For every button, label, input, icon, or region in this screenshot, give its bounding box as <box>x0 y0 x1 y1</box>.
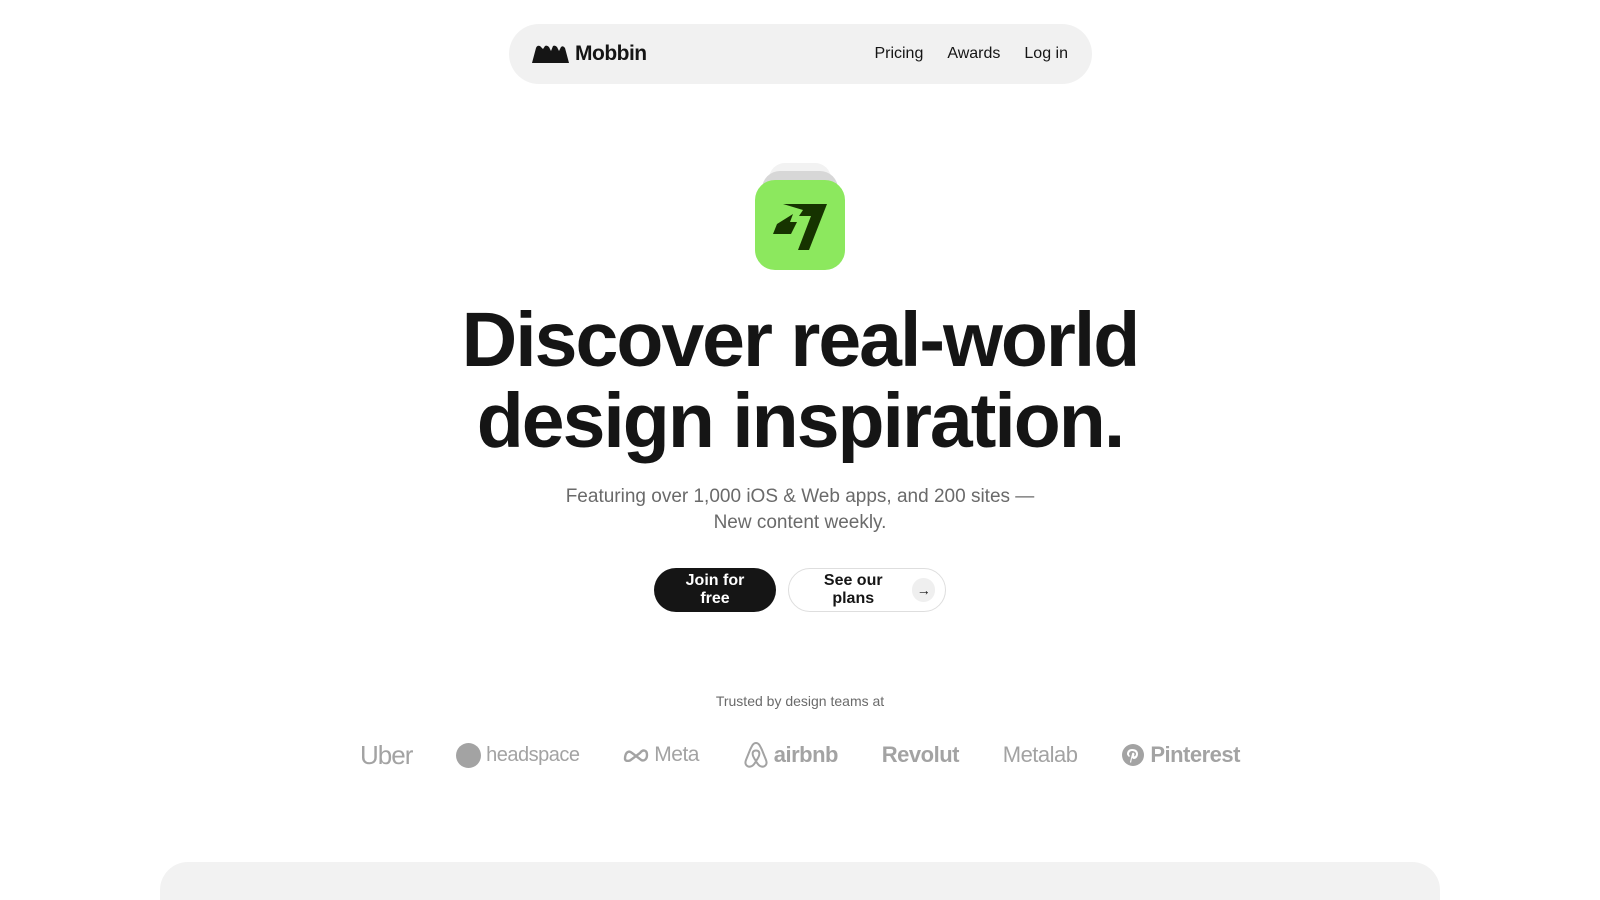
see-our-plans-button[interactable]: See our plans → <box>788 568 946 612</box>
cta-row: Join for free See our plans → <box>654 568 946 612</box>
revolut-logo-text: Revolut <box>881 742 960 767</box>
airbnb-logo-text: airbnb <box>773 742 839 767</box>
wise-app-icon <box>755 180 845 270</box>
meta-infinity-icon <box>624 749 649 762</box>
metalab-logo-text: Metalab <box>1002 742 1078 767</box>
mobbin-logo-icon <box>532 45 569 63</box>
meta-logo-text: Meta <box>654 743 699 766</box>
hero-title-line-2: design inspiration. <box>476 378 1126 464</box>
hero-subtitle-line-2: New content weekly. <box>713 512 887 533</box>
uber-logo-text: Uber <box>360 739 413 770</box>
hero-subtitle-line-1: Featuring over 1,000 iOS & Web apps, and… <box>565 486 1035 507</box>
top-nav: Mobbin Pricing Awards Log in <box>509 24 1092 84</box>
pinterest-logo: Pinterest <box>1121 742 1240 768</box>
arrow-right-icon: → <box>912 578 935 602</box>
hero-title-line-1: Discover real-world <box>461 297 1141 383</box>
nav-pricing-link[interactable]: Pricing <box>874 45 923 63</box>
metalab-logo: Metalab <box>1003 742 1078 768</box>
pinterest-logo-text: Pinterest <box>1150 742 1240 767</box>
nav-links: Pricing Awards Log in <box>874 45 1068 63</box>
join-for-free-button[interactable]: Join for free <box>654 568 776 612</box>
customer-logos: Uber headspace Meta airbnb Revolut Metal… <box>360 738 1240 772</box>
hero-title: Discover real-world design inspiration. <box>300 300 1300 462</box>
headspace-logo-text: headspace <box>486 743 580 766</box>
featured-app-stack <box>755 163 845 271</box>
meta-logo: Meta <box>623 743 699 767</box>
trusted-by-label: Trusted by design teams at <box>715 693 885 709</box>
content-preview-panel <box>160 862 1440 900</box>
nav-login-link[interactable]: Log in <box>1024 45 1068 63</box>
wise-flag-icon <box>773 204 827 250</box>
nav-awards-link[interactable]: Awards <box>947 45 1000 63</box>
pinterest-p-icon <box>1122 744 1145 766</box>
headspace-dot-icon <box>456 742 482 768</box>
brand-logo[interactable]: Mobbin <box>532 42 647 66</box>
airbnb-belo-icon <box>744 741 768 768</box>
uber-logo: Uber <box>360 739 413 771</box>
headspace-logo: headspace <box>456 742 580 768</box>
see-our-plans-label: See our plans <box>823 572 883 607</box>
airbnb-logo: airbnb <box>743 740 839 770</box>
hero-subtitle: Featuring over 1,000 iOS & Web apps, and… <box>500 484 1100 536</box>
brand-name: Mobbin <box>575 42 647 65</box>
revolut-logo: Revolut <box>881 742 960 768</box>
